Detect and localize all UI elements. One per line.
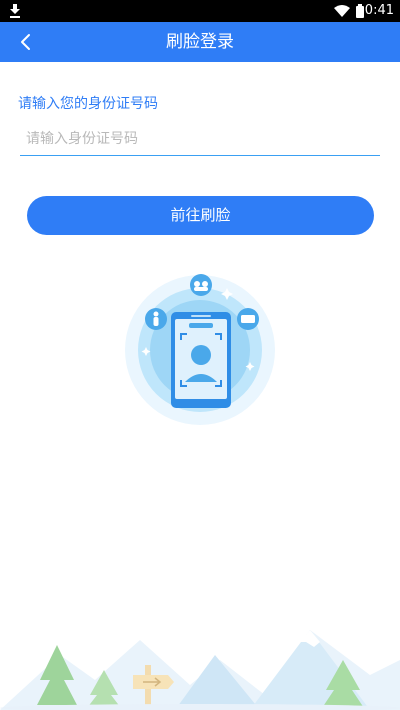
status-bar: 10:41 [0, 0, 400, 22]
go-face-scan-button[interactable]: 前往刷脸 [27, 196, 374, 235]
download-icon [10, 4, 20, 18]
scenery-illustration [0, 630, 400, 710]
top-app-bar: 刷脸登录 [0, 22, 400, 62]
face-scan-illustration [125, 274, 275, 425]
id-number-label: 请输入您的身份证号码 [18, 96, 158, 112]
status-time: 10:41 [356, 3, 394, 18]
page-title: 刷脸登录 [166, 32, 234, 52]
id-number-input[interactable] [20, 122, 380, 156]
wifi-icon [334, 5, 350, 17]
